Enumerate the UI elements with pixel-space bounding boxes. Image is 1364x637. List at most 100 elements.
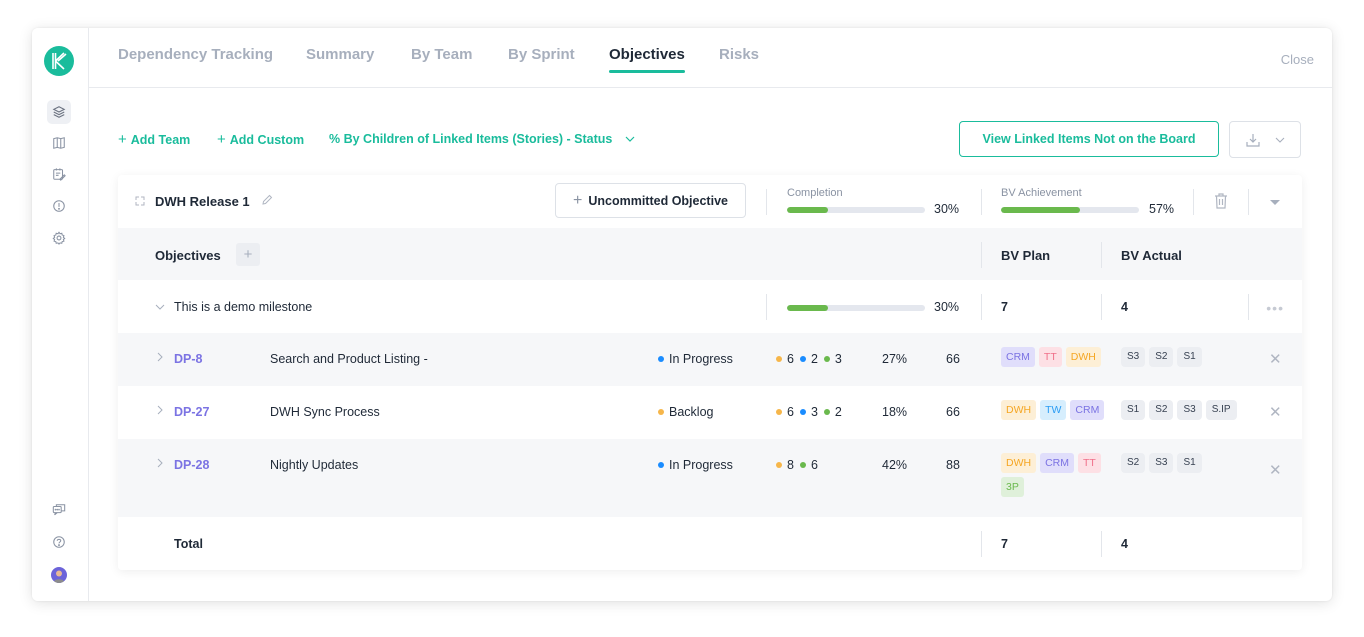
- add-custom-button[interactable]: + Add Custom: [217, 131, 304, 148]
- count-dot-icon: [823, 356, 830, 362]
- count-dot-icon: [776, 356, 782, 362]
- add-team-button[interactable]: + Add Team: [118, 131, 190, 148]
- milestone-name: This is a demo milestone: [174, 300, 313, 314]
- remove-icon[interactable]: ✕: [1269, 461, 1282, 479]
- calendar-edit-icon[interactable]: [47, 162, 71, 186]
- tab-by-sprint[interactable]: By Sprint: [508, 46, 575, 63]
- alert-circle-icon[interactable]: [47, 194, 71, 218]
- more-options-icon[interactable]: •••: [1266, 300, 1284, 316]
- count-item: 6: [799, 458, 818, 472]
- divider: [1101, 294, 1102, 320]
- sprint-tag[interactable]: S2: [1121, 453, 1146, 473]
- team-tag[interactable]: 3P: [1001, 477, 1024, 497]
- tab-dependency-tracking[interactable]: Dependency Tracking: [118, 46, 273, 63]
- count-dot-icon: [799, 356, 806, 362]
- team-tag[interactable]: CRM: [1001, 347, 1035, 367]
- help-icon[interactable]: [47, 530, 71, 554]
- sprint-tags: S3 S2 S1: [1121, 347, 1202, 367]
- team-tag[interactable]: DWH: [1065, 347, 1101, 367]
- sprint-tag[interactable]: S2: [1149, 400, 1174, 420]
- chevron-down-icon: [1275, 137, 1284, 143]
- team-tag[interactable]: DWH: [1001, 453, 1037, 473]
- count-value: 2: [834, 405, 842, 419]
- main-content: Dependency Tracking Summary By Team By S…: [89, 28, 1332, 601]
- team-tags: DWH TW CRM: [1001, 400, 1109, 420]
- sprint-tag[interactable]: S3: [1177, 400, 1202, 420]
- tab-risks[interactable]: Risks: [719, 46, 759, 63]
- count-item: 3: [799, 405, 818, 419]
- download-icon: [1245, 133, 1260, 147]
- team-tag[interactable]: DWH: [1001, 400, 1037, 420]
- team-tag[interactable]: CRM: [1040, 453, 1074, 473]
- status-dot-icon: [658, 409, 664, 415]
- add-objective-button[interactable]: +: [236, 243, 260, 266]
- sprint-tag[interactable]: S1: [1177, 453, 1202, 473]
- release-header: DWH Release 1 + Uncommitted Objective Com…: [118, 175, 1302, 228]
- download-button[interactable]: [1229, 121, 1301, 158]
- caret-down-icon[interactable]: [1269, 199, 1281, 206]
- sprint-tag[interactable]: S3: [1149, 453, 1174, 473]
- count-dot-icon: [799, 462, 806, 468]
- tab-by-team[interactable]: By Team: [411, 46, 472, 63]
- mode-select-dropdown[interactable]: % By Children of Linked Items (Stories) …: [329, 132, 636, 146]
- mode-select-label: % By Children of Linked Items (Stories) …: [329, 132, 613, 146]
- completion-progress-fill: [787, 207, 829, 213]
- divider: [1101, 531, 1102, 557]
- issue-key-link[interactable]: DP-8: [174, 352, 202, 366]
- count-value: 8: [787, 458, 794, 472]
- view-linked-items-button[interactable]: View Linked Items Not on the Board: [959, 121, 1219, 157]
- logo-icon[interactable]: [44, 46, 74, 76]
- milestone-progress-bar: [787, 305, 925, 311]
- total-label: Total: [174, 537, 203, 551]
- team-tag[interactable]: TW: [1040, 400, 1067, 420]
- milestone-progress-fill: [787, 305, 829, 311]
- uncommitted-objective-label: Uncommitted Objective: [588, 193, 728, 208]
- trash-icon[interactable]: [1213, 192, 1229, 210]
- top-nav: Dependency Tracking Summary By Team By S…: [89, 28, 1332, 88]
- chevron-down-icon[interactable]: [155, 304, 165, 311]
- team-tag[interactable]: CRM: [1070, 400, 1105, 420]
- chevron-right-icon[interactable]: [155, 404, 165, 416]
- milestone-bv-plan: 7: [1001, 300, 1008, 314]
- chevron-right-icon[interactable]: [155, 457, 165, 469]
- table-row: DP-8 Search and Product Listing - In Pro…: [118, 333, 1302, 386]
- map-icon[interactable]: [47, 131, 71, 155]
- sprint-tag[interactable]: S.IP: [1205, 400, 1237, 420]
- count-dot-icon: [776, 462, 782, 468]
- count-value: 2: [810, 352, 818, 366]
- team-tag[interactable]: TT: [1038, 347, 1062, 367]
- chevron-right-icon[interactable]: [155, 351, 165, 363]
- issue-key-link[interactable]: DP-28: [174, 458, 209, 472]
- layers-icon[interactable]: [47, 100, 71, 124]
- gear-icon[interactable]: [47, 226, 71, 250]
- sprint-tag[interactable]: S2: [1149, 347, 1174, 367]
- close-button[interactable]: Close: [1281, 52, 1314, 67]
- chat-icon[interactable]: [47, 498, 71, 522]
- expand-icon[interactable]: [135, 196, 145, 206]
- sprint-tag[interactable]: S1: [1121, 400, 1146, 420]
- objectives-title: Objectives: [155, 248, 221, 263]
- sprint-tag[interactable]: S3: [1121, 347, 1146, 367]
- edit-pencil-icon[interactable]: [261, 194, 273, 206]
- remove-icon[interactable]: ✕: [1269, 350, 1282, 368]
- avatar[interactable]: [51, 567, 67, 583]
- team-tag[interactable]: TT: [1078, 453, 1101, 473]
- status-label: In Progress: [669, 352, 733, 366]
- divider: [1248, 294, 1249, 320]
- divider: [1193, 189, 1194, 215]
- bv-achievement-label: BV Achievement: [1001, 187, 1082, 199]
- team-tags: CRM TT DWH: [1001, 347, 1109, 367]
- uncommitted-objective-button[interactable]: + Uncommitted Objective: [555, 183, 746, 218]
- milestone-percent: 30%: [934, 300, 960, 314]
- progress-percent: 42%: [882, 458, 908, 472]
- remove-icon[interactable]: ✕: [1269, 403, 1282, 421]
- status-badge: In Progress: [658, 352, 733, 366]
- tab-summary[interactable]: Summary: [306, 46, 374, 63]
- business-value: 66: [946, 352, 960, 366]
- plus-icon: +: [118, 131, 127, 148]
- count-item: 8: [776, 458, 794, 472]
- sprint-tag[interactable]: S1: [1177, 347, 1202, 367]
- status-badge: Backlog: [658, 405, 713, 419]
- issue-key-link[interactable]: DP-27: [174, 405, 209, 419]
- tab-objectives[interactable]: Objectives: [609, 46, 685, 73]
